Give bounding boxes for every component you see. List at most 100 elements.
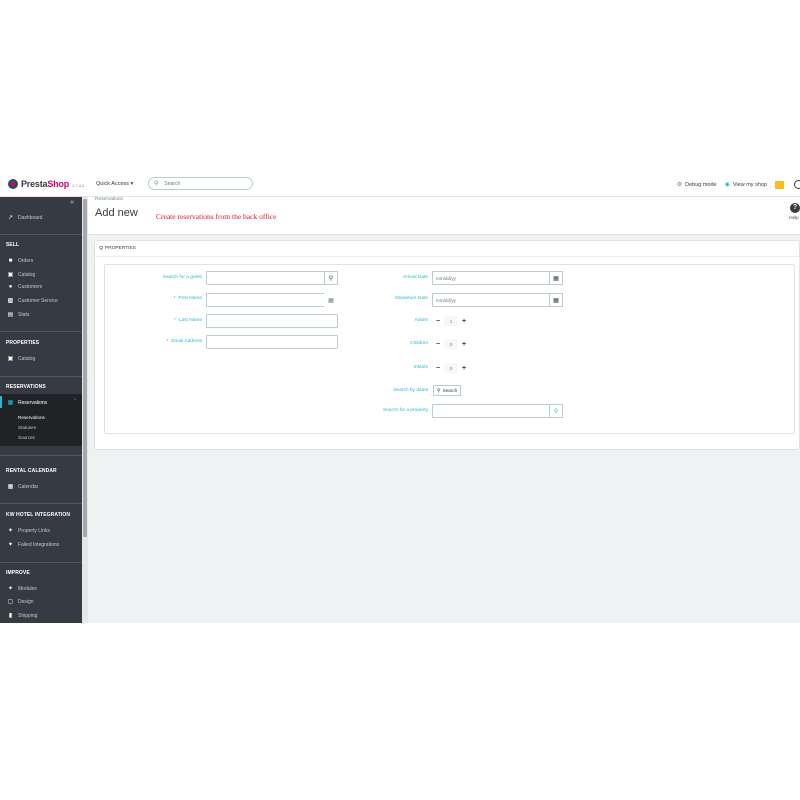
- sidebar: « ↗ Dashboard SELL ■ Orders ▣ Catalog ● …: [0, 197, 82, 623]
- children-stepper[interactable]: − 0 +: [432, 337, 470, 351]
- minus-icon[interactable]: −: [432, 362, 444, 374]
- sidebar-item-property-links[interactable]: ✦ Property Links: [6, 527, 50, 535]
- search-guest-field[interactable]: ⚲: [206, 271, 338, 285]
- employee-avatar-icon[interactable]: [794, 180, 800, 189]
- plus-icon[interactable]: +: [458, 362, 470, 374]
- puzzle-icon: ✦: [7, 528, 14, 534]
- adults-value[interactable]: 1: [444, 316, 458, 326]
- sidebar-subitem-sources[interactable]: Sources: [18, 435, 35, 440]
- search-property-input[interactable]: [433, 405, 562, 417]
- sidebar-item-shipping[interactable]: ▮ Shipping: [6, 612, 38, 620]
- departure-date-field[interactable]: ▦: [432, 293, 563, 307]
- plus-icon[interactable]: +: [458, 315, 470, 327]
- arrival-date-input[interactable]: [433, 272, 562, 284]
- page-header: Reservations Add new Create reservations…: [88, 197, 800, 235]
- sidebar-item-stats[interactable]: ▤ Stats: [6, 311, 30, 319]
- last-name-label: * Last Name: [173, 318, 202, 323]
- search-guest-input[interactable]: [207, 272, 337, 284]
- divider: [0, 376, 82, 377]
- debug-mode-link[interactable]: ⚙ Debug mode: [676, 181, 717, 189]
- departure-date-input[interactable]: [433, 294, 562, 306]
- sidebar-item-properties-catalog[interactable]: ▣ Catalog: [6, 355, 36, 363]
- quick-access-menu[interactable]: Quick Access ▾: [96, 181, 133, 187]
- header-search[interactable]: ⚲: [148, 177, 253, 190]
- sidebar-item-design[interactable]: ▢ Design: [6, 598, 34, 606]
- first-name-input[interactable]: [207, 294, 337, 306]
- children-label: Children: [410, 341, 428, 346]
- sidebar-item-modules[interactable]: ✦ Modules: [6, 585, 37, 593]
- section-title-rental-calendar: RENTAL CALENDAR: [6, 468, 57, 474]
- sidebar-item-dashboard[interactable]: ↗ Dashboard: [6, 214, 43, 222]
- sidebar-item-label: Property Links: [18, 527, 50, 534]
- arrival-date-field[interactable]: ▦: [432, 271, 563, 285]
- contact-card-icon: ▦: [324, 293, 338, 307]
- reservation-form: Search for a guest ⚲ * First Name ▦ * Last…: [104, 264, 795, 434]
- sidebar-item-label: Failed Integrations: [18, 541, 60, 548]
- sidebar-item-customers[interactable]: ● Customers: [6, 284, 43, 290]
- sidebar-item-label: Customer Service: [18, 297, 58, 304]
- collapse-sidebar-icon[interactable]: «: [70, 199, 74, 206]
- prestashop-logo[interactable]: PrestaShop 1.7.4.2: [8, 179, 84, 189]
- sidebar-item-label: Shipping: [18, 612, 38, 619]
- version-label: 1.7.4.2: [72, 182, 85, 188]
- children-value[interactable]: 0: [444, 339, 458, 349]
- header-right: ⚙ Debug mode ◉ View my shop: [677, 180, 800, 189]
- search-property-field[interactable]: ⚲: [432, 404, 563, 418]
- last-name-field[interactable]: [206, 314, 338, 328]
- user-icon: ●: [8, 284, 13, 290]
- adults-label: Adults: [414, 318, 428, 323]
- minus-icon[interactable]: −: [432, 338, 444, 350]
- divider: [0, 331, 82, 332]
- sidebar-scrollbar[interactable]: [82, 197, 88, 623]
- required-asterisk: *: [166, 339, 169, 344]
- adults-stepper[interactable]: − 1 +: [432, 314, 470, 328]
- active-indicator: [0, 396, 2, 408]
- infants-value[interactable]: 0: [444, 363, 458, 373]
- notifications-icon[interactable]: [775, 180, 784, 189]
- section-title-reservations: RESERVATIONS: [6, 384, 46, 390]
- sidebar-item-reservations[interactable]: ▦ Reservations: [6, 399, 48, 407]
- section-title-sell: SELL: [6, 242, 20, 248]
- section-title-kw-hotel: KW HOTEL INTEGRATION: [6, 512, 71, 518]
- sidebar-item-label: Design: [18, 598, 34, 605]
- trending-icon: ↗: [7, 215, 14, 221]
- store-icon: ▣: [7, 356, 14, 362]
- first-name-field[interactable]: ▦: [206, 293, 338, 307]
- chevron-up-icon[interactable]: ˆ: [74, 399, 76, 405]
- search-button-label: Search: [442, 388, 458, 393]
- search-icon: ⚲: [437, 387, 441, 394]
- sidebar-item-label: Catalog: [18, 271, 36, 278]
- calendar-icon[interactable]: ▦: [549, 271, 563, 285]
- bug-icon: ⚙: [676, 182, 683, 188]
- sidebar-item-catalog[interactable]: ▣ Catalog: [6, 271, 36, 279]
- view-shop-link[interactable]: ◉ View my shop: [724, 181, 767, 189]
- sidebar-item-label: Orders: [18, 258, 34, 264]
- help-button[interactable]: ? Help: [788, 203, 800, 220]
- search-by-dates-button[interactable]: ⚲ Search: [433, 385, 462, 396]
- sidebar-item-failed-integrations[interactable]: ✦ Failed Integrations: [6, 541, 60, 549]
- sidebar-item-label: Customers: [18, 284, 43, 290]
- email-input[interactable]: [207, 336, 337, 348]
- scrollbar-thumb[interactable]: [83, 199, 87, 537]
- calendar-icon[interactable]: ▦: [549, 293, 563, 307]
- breadcrumb[interactable]: Reservations: [95, 197, 123, 202]
- eye-icon: ◉: [724, 182, 730, 188]
- header-search-input[interactable]: [164, 180, 245, 187]
- search-icon[interactable]: ⚲: [324, 271, 338, 285]
- sidebar-item-label: Dashboard: [18, 214, 43, 221]
- sidebar-subitem-statuses[interactable]: Statuses: [18, 425, 36, 430]
- sidebar-item-calendar[interactable]: ▦ Calendar: [6, 483, 39, 491]
- sidebar-item-orders[interactable]: ■ Orders: [6, 258, 34, 264]
- last-name-input[interactable]: [207, 315, 337, 327]
- departure-date-label: Departure Date: [395, 296, 428, 301]
- puzzle-icon: ✦: [7, 542, 14, 548]
- sidebar-item-customer-service[interactable]: ▩ Customer Service: [6, 297, 58, 305]
- page-title: Add new: [95, 207, 138, 219]
- email-field[interactable]: [206, 335, 338, 349]
- minus-icon[interactable]: −: [432, 315, 444, 327]
- sidebar-subitem-reservations[interactable]: Reservations: [18, 415, 45, 420]
- infants-stepper[interactable]: − 0 +: [432, 361, 470, 375]
- search-icon[interactable]: ⚲: [549, 404, 563, 418]
- plus-icon[interactable]: +: [458, 338, 470, 350]
- annotation-text: Create reservations from the back office: [156, 212, 277, 221]
